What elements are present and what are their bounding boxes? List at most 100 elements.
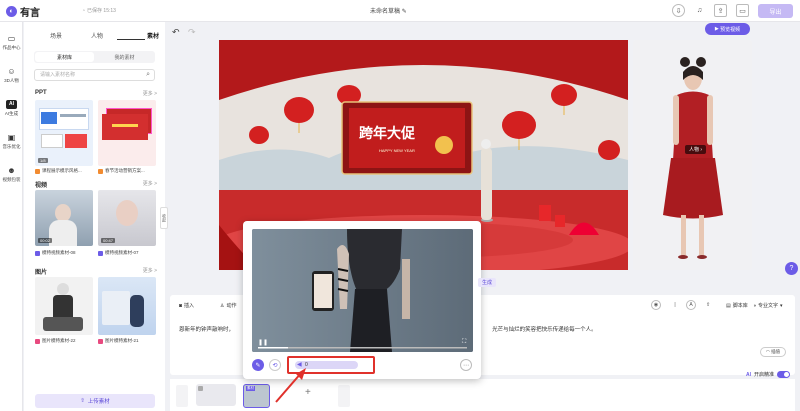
video-duration-badge: 00:02 [38,238,53,243]
record-icon[interactable]: ◉ [651,300,661,310]
person-icon: ♙ [220,302,225,309]
ppt-thumb-1[interactable]: 1/8 [35,100,93,166]
tab-person[interactable]: 人物 [91,31,103,40]
more-ppt-link[interactable]: 更多 > [143,90,157,97]
chevron-down-icon: ▾ [780,302,783,309]
more-image-link[interactable]: 更多 > [143,267,157,274]
help-icon[interactable]: ? [785,262,798,275]
action-tool[interactable]: ♙ 动作 [220,302,237,310]
video-frame [252,229,473,352]
annotation-arrow [275,368,306,403]
rail-item-music[interactable]: ▣ 音乐优化 [0,133,23,150]
pause-icon[interactable]: ❚❚ [258,339,268,346]
bell-icon[interactable]: ♫ [693,4,706,17]
more-video-link[interactable]: 更多 > [143,180,157,187]
ppt-file-icon [98,168,103,174]
ppt-file-icon [35,168,40,174]
timeline: 素材 + [170,379,795,411]
timeline-clip[interactable] [196,384,236,406]
top-bar: ◐ 有言 ◔ 已保存 15:13 未命名草稿 ✎ ⇩ ♫ ⇪ ▭ 导出 [0,0,800,22]
upload-icon: ⇧ [80,398,85,404]
timeline-track-handle[interactable] [176,385,188,407]
video-caption-1: 模特视频素材-08 [35,250,76,256]
app-root: ◐ 有言 ◔ 已保存 15:13 未命名草稿 ✎ ⇩ ♫ ⇪ ▭ 导出 ▭ 作品… [0,0,800,411]
person-icon: ☺ [7,67,16,76]
image-thumb-1[interactable] [35,277,93,335]
pro-text-button[interactable]: ◑ 专业文字 ▾ [753,302,783,310]
ppt-thumb-2[interactable] [98,100,156,166]
insert-tool[interactable]: ◙ 插入 [179,302,194,310]
tab-material[interactable]: 素材 [147,31,159,40]
upload-material-button[interactable]: ⇧ 上传素材 [35,394,155,408]
section-title-image: 图片 [35,270,48,276]
clip-label: 素材 [246,386,255,391]
folder-icon[interactable]: ▭ [736,4,749,17]
timeline-clip-selected[interactable]: 素材 [243,384,270,408]
tab-scene[interactable]: 场景 [50,31,62,40]
video-thumb-1[interactable]: 00:02 [35,190,93,246]
rail-item-video-package[interactable]: ☻ 视频包装 [0,166,23,183]
material-panel: 场景 人物 素材 素材库 我的素材 请输入素材名称 ⌕ PPT 更多 > 1/8 [24,22,165,411]
image-file-icon [35,338,40,344]
undo-icon[interactable]: ↶ [172,27,180,38]
ai-assist-icon[interactable]: A [686,300,696,310]
video-caption-2: 模特视频素材-07 [98,250,139,256]
smile-icon: ☻ [7,166,16,175]
person-tag[interactable]: 人物 › [685,145,707,154]
document-title[interactable]: 未命名草稿 ✎ [370,6,407,15]
section-title-ppt: PPT [35,90,47,96]
script-library-button[interactable]: ▤ 脚本库 [726,302,748,310]
more-options-icon[interactable]: ⋯ [460,359,472,371]
book-icon: ▤ [726,302,731,309]
rail-item-3d-person[interactable]: ☺ 3D人物 [0,67,23,84]
video-player[interactable]: ❚❚ ⛶ [252,229,473,352]
export-button[interactable]: 导出 [758,4,793,18]
fullscreen-icon[interactable]: ⛶ [462,339,466,346]
poster-subtitle: HAPPY NEW YEAR [379,148,415,153]
active-tab-underline [117,39,145,40]
image-thumb-2[interactable] [98,277,156,335]
subtab-library[interactable]: 素材库 [35,52,94,62]
app-logo[interactable]: ◐ 有言 [6,4,40,19]
cloud-download-icon[interactable]: ⇩ [672,4,685,17]
smart-mode-toggle[interactable]: AI 开启精准 [746,371,791,378]
ppt-caption-1: 课程展示模示风格... [35,168,82,174]
ppt-caption-2: 春节活动营销方案... [98,168,145,174]
video-thumb-2[interactable]: 00:47 [98,190,156,246]
interpolation-button[interactable]: ◠ 插值 [760,347,786,357]
edit-pencil-icon[interactable]: ✎ [402,9,407,15]
divider-icon: | [674,302,676,308]
timeline-track-handle[interactable] [338,385,350,407]
app-name: 有言 [20,8,40,19]
collapse-panel-toggle[interactable]: 收起 [160,207,168,229]
image-caption-1: 图片模特素材-22 [35,338,76,344]
ai-icon: AI [6,100,17,109]
camera-icon: ▣ [7,133,16,142]
preview-video-button[interactable]: ▶ 预览视频 [705,23,750,35]
upload-tool[interactable]: ⇧ [706,302,710,308]
ppt-badge: 1/8 [38,158,48,163]
section-title-video: 视频 [35,183,48,189]
rail-item-works[interactable]: ▭ 作品中心 [0,34,23,51]
rail-item-ai[interactable]: AI AI生成 [0,100,23,117]
image-file-icon [98,338,103,344]
video-file-icon [98,250,103,256]
logo-icon: ◐ [6,6,17,17]
material-search-input[interactable]: 请输入素材名称 ⌕ [34,69,155,81]
search-icon[interactable]: ⌕ [146,70,150,80]
redo-icon[interactable]: ↷ [188,27,196,38]
share-icon[interactable]: ⇪ [714,4,727,17]
avatar-preview-panel[interactable] [633,40,752,270]
chevron-right-icon: › [700,147,703,153]
folder-icon: ▭ [7,34,16,43]
subtab-my-materials[interactable]: 我的素材 [95,52,154,62]
check-icon: ◔ [82,7,86,14]
poster-title: 跨年大促 [359,125,416,142]
pro-icon: ◑ [753,302,757,309]
toggle-switch[interactable] [777,371,791,378]
edit-icon[interactable]: ✎ [252,359,264,371]
left-rail: ▭ 作品中心 ☺ 3D人物 AI AI生成 ▣ 音乐优化 ☻ 视频包装 [0,22,23,411]
video-duration-badge: 00:47 [101,238,116,243]
image-caption-2: 图片模特素材-21 [98,338,139,344]
generate-button[interactable]: 生成 [478,278,497,287]
